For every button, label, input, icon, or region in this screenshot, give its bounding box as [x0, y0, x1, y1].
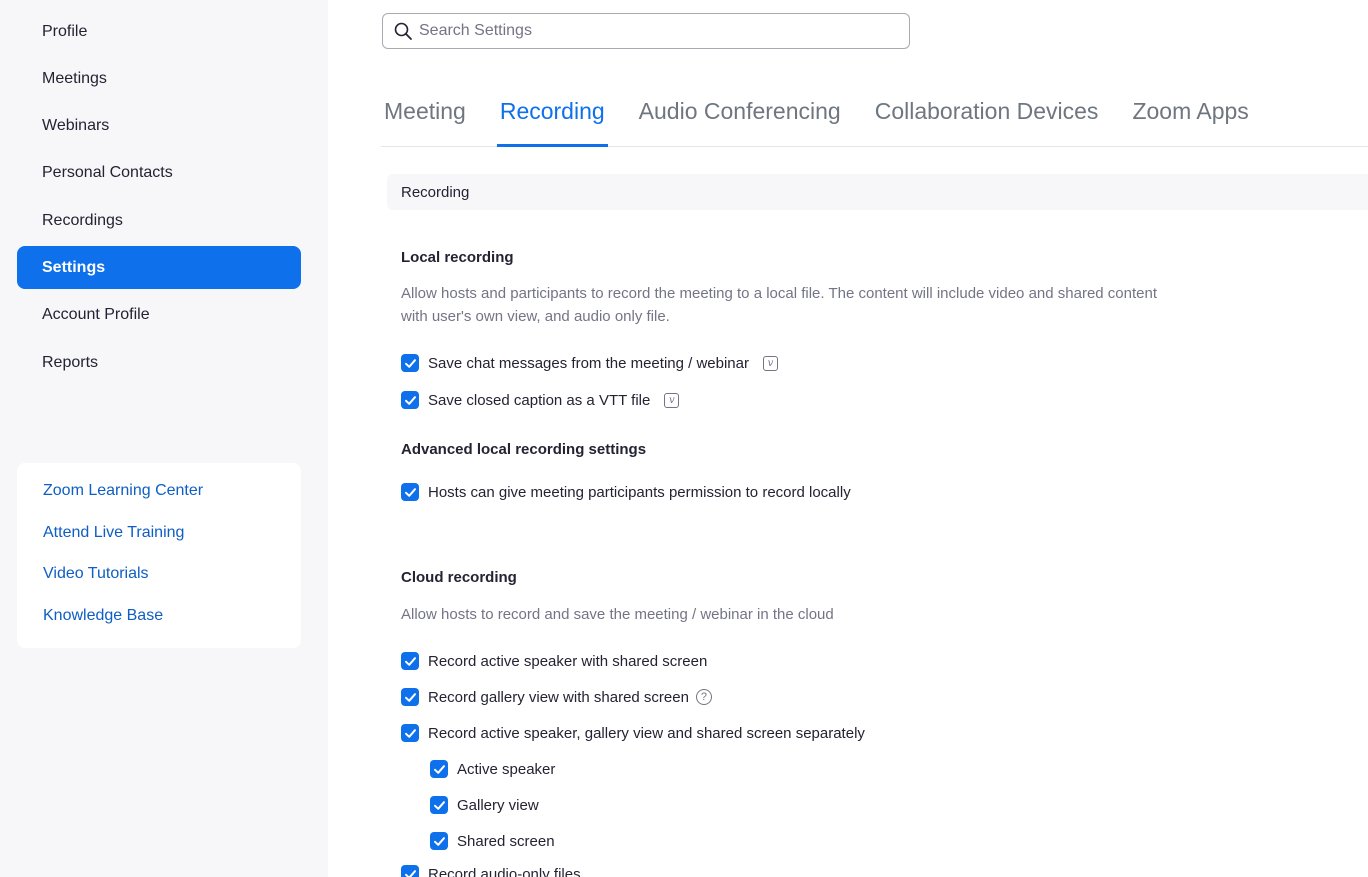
shared-screen-label: Shared screen: [457, 832, 555, 850]
gallery-view-shared-option: Record gallery view with shared screen ?: [401, 686, 712, 708]
sidebar-item-profile[interactable]: Profile: [17, 10, 301, 53]
save-chat-label: Save chat messages from the meeting / we…: [428, 354, 749, 372]
section-header[interactable]: Recording: [387, 174, 1368, 210]
sidebar-item-account-profile[interactable]: Account Profile: [17, 294, 301, 337]
checkmark-icon: [404, 487, 416, 497]
save-chat-option: Save chat messages from the meeting / we…: [401, 352, 778, 374]
save-chat-checkbox[interactable]: [401, 354, 419, 372]
search-icon: [394, 22, 412, 40]
main-content: Meeting Recording Audio Conferencing Col…: [328, 0, 1368, 877]
save-caption-option: Save closed caption as a VTT file v: [401, 389, 680, 411]
save-caption-label: Save closed caption as a VTT file: [428, 391, 651, 409]
sidebar: Profile Meetings Webinars Personal Conta…: [0, 0, 328, 877]
help-icon[interactable]: ?: [695, 689, 712, 705]
sidebar-item-webinars[interactable]: Webinars: [17, 105, 301, 148]
advanced-local-recording-title: Advanced local recording settings: [401, 441, 647, 458]
tab-collaboration-devices[interactable]: Collaboration Devices: [872, 92, 1102, 147]
tab-meeting[interactable]: Meeting: [381, 92, 469, 147]
sidebar-item-settings[interactable]: Settings: [17, 246, 301, 290]
settings-tabs: Meeting Recording Audio Conferencing Col…: [381, 92, 1368, 147]
cloud-recording-description: Allow hosts to record and save the meeti…: [401, 606, 834, 623]
audio-only-checkbox[interactable]: [401, 865, 419, 877]
gallery-view-shared-label: Record gallery view with shared screen: [428, 688, 689, 706]
host-permission-checkbox[interactable]: [401, 483, 419, 501]
audio-only-label: Record audio-only files: [428, 865, 581, 877]
active-speaker-shared-checkbox[interactable]: [401, 652, 419, 670]
host-permission-label: Hosts can give meeting participants perm…: [428, 483, 851, 501]
save-caption-checkbox[interactable]: [401, 391, 419, 409]
checkmark-icon: [404, 869, 416, 877]
video-tutorials-link[interactable]: Video Tutorials: [17, 563, 301, 605]
sidebar-item-reports[interactable]: Reports: [17, 341, 301, 384]
knowledge-base-link[interactable]: Knowledge Base: [17, 605, 301, 647]
active-speaker-shared-option: Record active speaker with shared screen: [401, 650, 707, 672]
gallery-view-option: Gallery view: [430, 794, 539, 816]
checkmark-icon: [404, 728, 416, 738]
sidebar-item-personal-contacts[interactable]: Personal Contacts: [17, 152, 301, 195]
shared-screen-option: Shared screen: [430, 830, 555, 852]
record-separately-option: Record active speaker, gallery view and …: [401, 722, 865, 744]
record-separately-label: Record active speaker, gallery view and …: [428, 724, 865, 742]
tab-zoom-apps[interactable]: Zoom Apps: [1129, 92, 1251, 147]
help-links-panel: Zoom Learning Center Attend Live Trainin…: [17, 463, 301, 648]
gallery-view-label: Gallery view: [457, 796, 539, 814]
checkmark-icon: [433, 836, 445, 846]
checkmark-icon: [433, 800, 445, 810]
checkmark-icon: [404, 395, 416, 405]
gallery-view-checkbox[interactable]: [430, 796, 448, 814]
host-permission-option: Hosts can give meeting participants perm…: [401, 481, 851, 503]
sidebar-item-meetings[interactable]: Meetings: [17, 57, 301, 100]
audio-only-option: Record audio-only files: [401, 863, 581, 877]
checkmark-icon: [404, 656, 416, 666]
local-recording-description: Allow hosts and participants to record t…: [401, 285, 1157, 325]
zoom-settings-page: Profile Meetings Webinars Personal Conta…: [0, 0, 1368, 877]
tab-recording[interactable]: Recording: [496, 92, 608, 147]
cloud-recording-title: Cloud recording: [401, 569, 517, 586]
search-input[interactable]: [419, 22, 889, 40]
active-speaker-option: Active speaker: [430, 758, 555, 780]
section-title: Recording: [401, 183, 470, 201]
active-speaker-label: Active speaker: [457, 760, 556, 778]
checkmark-icon: [433, 764, 445, 774]
version-badge-icon[interactable]: v: [763, 355, 778, 371]
tab-audio-conferencing[interactable]: Audio Conferencing: [636, 92, 844, 147]
checkmark-icon: [404, 358, 416, 368]
sidebar-nav: Profile Meetings Webinars Personal Conta…: [17, 10, 301, 388]
active-speaker-shared-label: Record active speaker with shared screen: [428, 652, 708, 670]
attend-live-training-link[interactable]: Attend Live Training: [17, 522, 301, 564]
sidebar-item-recordings[interactable]: Recordings: [17, 199, 301, 242]
active-speaker-checkbox[interactable]: [430, 760, 448, 778]
gallery-view-shared-checkbox[interactable]: [401, 688, 419, 706]
checkmark-icon: [404, 692, 416, 702]
search-box: [382, 13, 910, 49]
record-separately-checkbox[interactable]: [401, 724, 419, 742]
zoom-learning-center-link[interactable]: Zoom Learning Center: [17, 480, 301, 522]
version-badge-icon[interactable]: v: [664, 392, 680, 408]
local-recording-title: Local recording: [401, 249, 514, 266]
shared-screen-checkbox[interactable]: [430, 832, 448, 850]
